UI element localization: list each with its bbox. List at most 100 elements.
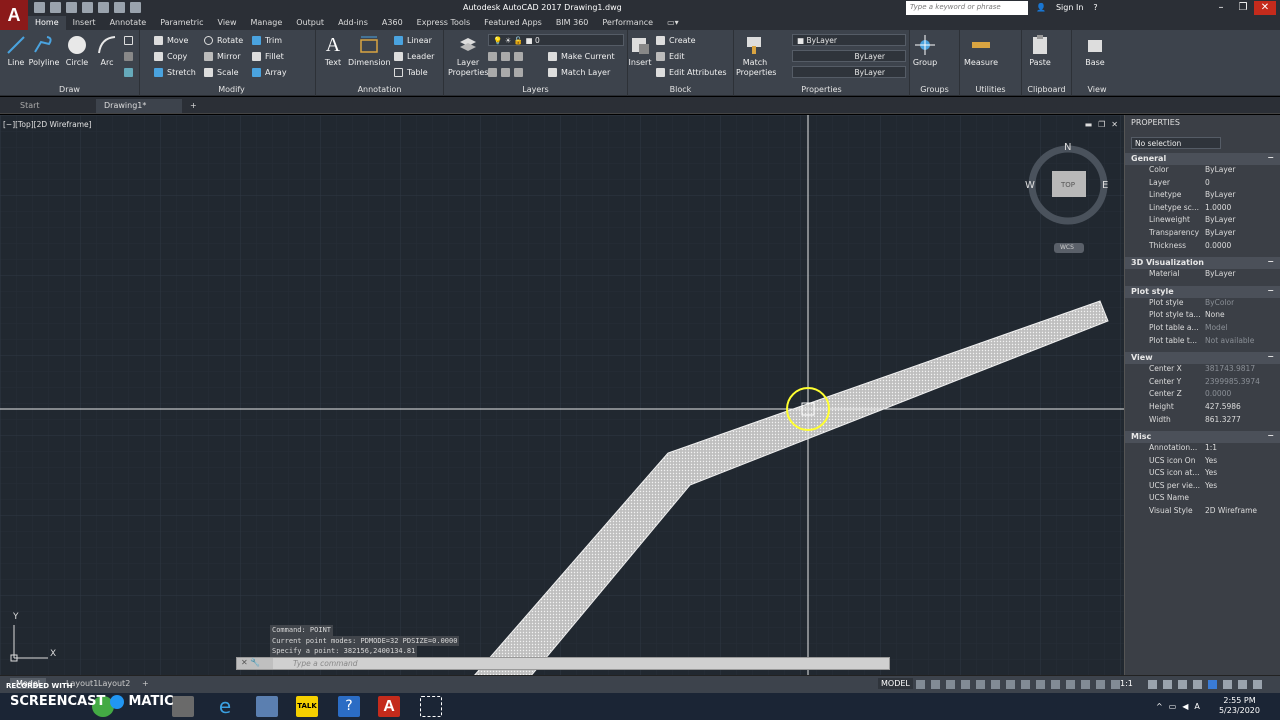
draw-panel-label[interactable]: Draw: [0, 85, 139, 94]
ribbon-tab[interactable]: Insert: [66, 16, 103, 30]
move-button[interactable]: Move: [154, 36, 188, 45]
customization-icon[interactable]: [1253, 680, 1262, 689]
save-as-icon[interactable]: [82, 2, 93, 13]
autoscale-icon[interactable]: [1111, 680, 1120, 689]
property-row[interactable]: Linetype sc... 1.0000: [1125, 203, 1280, 216]
rectangle-icon[interactable]: [124, 36, 133, 45]
plot-icon[interactable]: [98, 2, 109, 13]
property-row[interactable]: Annotation... 1:1: [1125, 443, 1280, 456]
groups-panel-label[interactable]: Groups: [910, 85, 959, 94]
ribbon-tab[interactable]: BIM 360: [549, 16, 596, 30]
edit-attributes-button[interactable]: Edit Attributes: [656, 68, 727, 77]
rotate-button[interactable]: Rotate: [204, 36, 243, 45]
viewcube-west[interactable]: W: [1025, 180, 1035, 191]
viewport-label[interactable]: [−][Top][2D Wireframe]: [3, 120, 92, 129]
start-tab[interactable]: Start: [12, 99, 48, 113]
properties-panel-label[interactable]: Properties: [734, 85, 909, 94]
grid-icon[interactable]: [916, 680, 925, 689]
property-row[interactable]: UCS icon On Yes: [1125, 456, 1280, 469]
viewcube-north[interactable]: N: [1064, 142, 1071, 153]
units-icon[interactable]: [1178, 680, 1187, 689]
ribbon-tab[interactable]: Output: [289, 16, 331, 30]
isolate-objects-icon[interactable]: [1208, 680, 1217, 689]
drawing-tab[interactable]: Drawing1*: [96, 99, 182, 113]
kakaotalk-icon[interactable]: TALK: [296, 696, 318, 717]
layer-tools-row2[interactable]: [488, 68, 523, 77]
drawing-canvas[interactable]: [0, 115, 1124, 675]
property-row[interactable]: UCS per vie... Yes: [1125, 481, 1280, 494]
stretch-button[interactable]: Stretch: [154, 68, 196, 77]
property-row[interactable]: Linetype ByLayer: [1125, 190, 1280, 203]
ribbon-tab[interactable]: Add-ins: [331, 16, 375, 30]
drawing-viewport[interactable]: [−][Top][2D Wireframe] ▬ ❐ ✕ N W E TOP W…: [0, 115, 1124, 675]
ribbon-tab[interactable]: Performance: [595, 16, 660, 30]
property-row[interactable]: Center Y 2399985.3974: [1125, 377, 1280, 390]
view-panel-label[interactable]: View: [1072, 85, 1122, 94]
snipping-tool-icon[interactable]: [420, 696, 442, 717]
scale-button[interactable]: Scale: [204, 68, 239, 77]
utilities-panel-label[interactable]: Utilities: [960, 85, 1021, 94]
property-row[interactable]: Center X 381743.9817: [1125, 364, 1280, 377]
property-row[interactable]: Color ByLayer: [1125, 165, 1280, 178]
undo-icon[interactable]: [114, 2, 125, 13]
line-button[interactable]: Line: [4, 34, 28, 67]
lineweight-dropdown[interactable]: ByLayer: [792, 66, 906, 78]
sign-in-link[interactable]: Sign In: [1056, 3, 1083, 12]
property-row[interactable]: Transparency ByLayer: [1125, 228, 1280, 241]
viewcube-top[interactable]: TOP: [1061, 181, 1075, 189]
network-icon[interactable]: ▭: [1169, 702, 1177, 711]
make-current-button[interactable]: Make Current: [548, 52, 615, 61]
measure-button[interactable]: Measure: [962, 34, 1000, 67]
snap-icon[interactable]: [931, 680, 940, 689]
leader-button[interactable]: Leader: [394, 52, 434, 61]
insert-button[interactable]: Insert: [628, 34, 652, 67]
lineweight-icon[interactable]: [1021, 680, 1030, 689]
help-app-icon[interactable]: ?: [338, 696, 360, 717]
match-properties-button[interactable]: Match Properties: [736, 34, 776, 78]
group-button[interactable]: Group: [912, 34, 938, 67]
ime-icon[interactable]: A: [1194, 702, 1199, 711]
base-button[interactable]: Base: [1082, 34, 1108, 67]
customize-command-icon[interactable]: 🔧: [250, 658, 260, 667]
circle-button[interactable]: Circle: [64, 34, 90, 67]
clean-screen-icon[interactable]: [1238, 680, 1247, 689]
annotation-monitor-icon[interactable]: [1163, 680, 1172, 689]
property-row[interactable]: UCS icon at... Yes: [1125, 468, 1280, 481]
property-section-header[interactable]: General: [1125, 153, 1280, 165]
new-tab-button[interactable]: +: [182, 99, 205, 113]
property-row[interactable]: Plot style ta... None: [1125, 310, 1280, 323]
property-section-header[interactable]: View: [1125, 352, 1280, 365]
property-row[interactable]: Lineweight ByLayer: [1125, 215, 1280, 228]
layer-dropdown[interactable]: 💡 ☀ 🔓 ■ 0: [488, 34, 624, 46]
dynamic-ucs-icon[interactable]: [1081, 680, 1090, 689]
property-section-header[interactable]: Misc: [1125, 431, 1280, 444]
volume-icon[interactable]: ◀: [1182, 702, 1188, 711]
dimension-button[interactable]: Dimension: [348, 34, 391, 67]
property-row[interactable]: UCS Name: [1125, 493, 1280, 506]
open-icon[interactable]: [50, 2, 61, 13]
table-button[interactable]: Table: [394, 68, 428, 77]
wcs-label[interactable]: WCS: [1060, 244, 1074, 251]
polyline-button[interactable]: Polyline: [28, 34, 60, 67]
minimize-button[interactable]: –: [1210, 1, 1232, 15]
tray-arrow-icon[interactable]: ^: [1156, 702, 1163, 711]
transparency-icon[interactable]: [1036, 680, 1045, 689]
ortho-icon[interactable]: [946, 680, 955, 689]
arc-button[interactable]: Arc: [95, 34, 119, 67]
viewport-restore-icon[interactable]: ❐: [1098, 120, 1105, 129]
linear-button[interactable]: Linear: [394, 36, 432, 45]
annotation-visibility-icon[interactable]: [1096, 680, 1105, 689]
edit-block-button[interactable]: Edit: [656, 52, 685, 61]
block-panel-label[interactable]: Block: [628, 85, 733, 94]
modify-panel-label[interactable]: Modify: [148, 85, 315, 94]
osnap-icon[interactable]: [991, 680, 1000, 689]
property-section-header[interactable]: Plot style: [1125, 285, 1280, 298]
search-input[interactable]: Type a keyword or phrase: [906, 1, 1028, 15]
internet-explorer-icon[interactable]: e: [214, 696, 236, 717]
ribbon-tab[interactable]: Parametric: [153, 16, 210, 30]
add-layout-button[interactable]: +: [136, 678, 155, 689]
property-row[interactable]: Plot style ByColor: [1125, 298, 1280, 311]
ribbon-options-icon[interactable]: ▭▾: [660, 16, 686, 30]
mirror-button[interactable]: Mirror: [204, 52, 241, 61]
property-row[interactable]: Thickness 0.0000: [1125, 241, 1280, 254]
